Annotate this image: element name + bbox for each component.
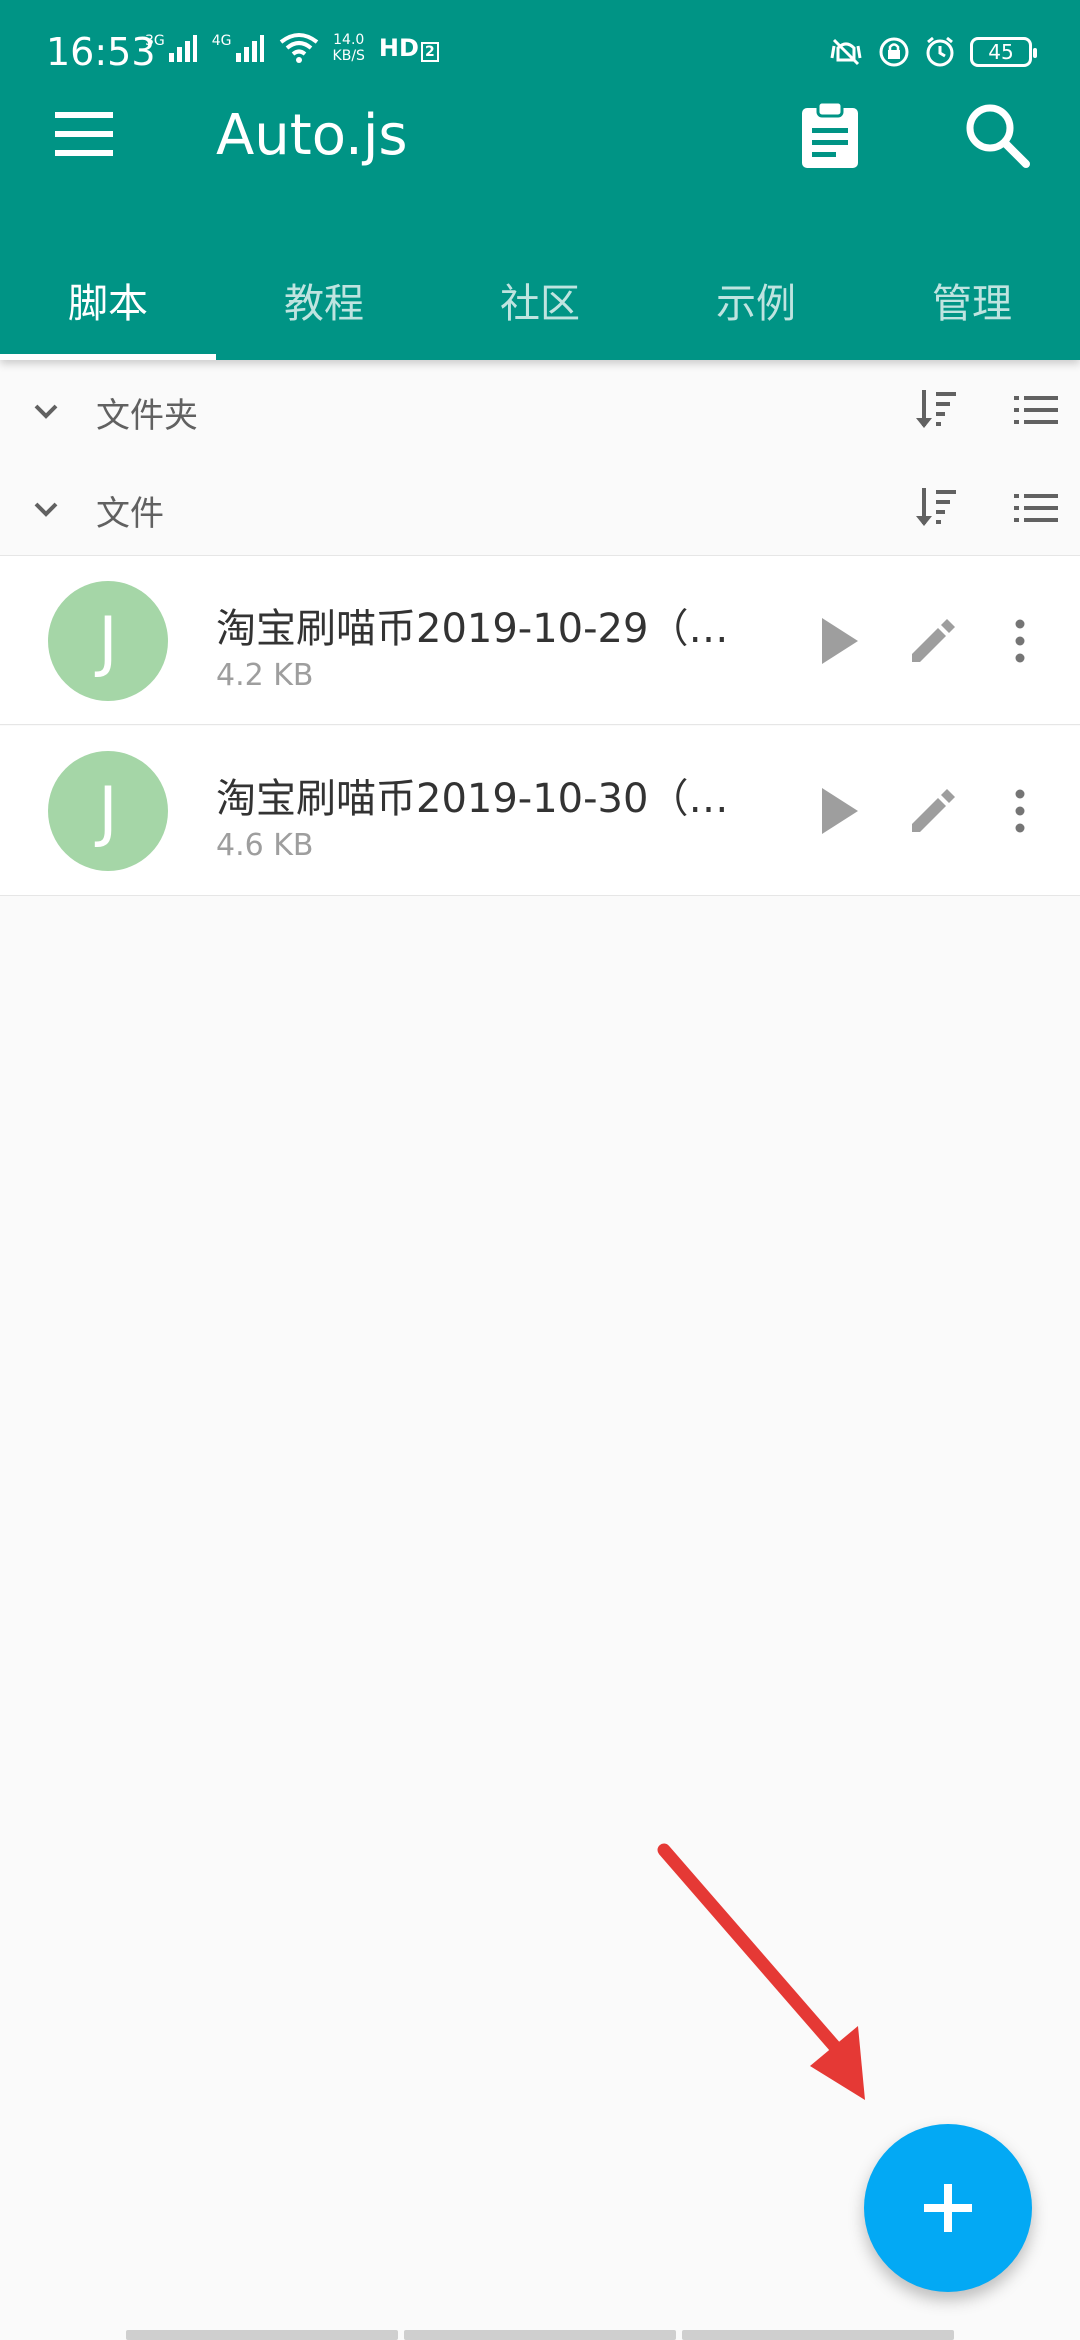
menu-icon — [55, 112, 113, 156]
more-vert-icon[interactable] — [1002, 614, 1038, 668]
tab-scripts-label: 脚本 — [68, 281, 148, 327]
status-bar: 16:53 3G 4G 14.0 KB/S HD 2 45 — [0, 0, 1080, 100]
search-icon — [966, 104, 1030, 168]
pencil-icon[interactable] — [906, 614, 960, 668]
status-time: 16:53 — [46, 30, 156, 74]
hd-icon: HD 2 — [379, 34, 439, 62]
chevron-down-icon — [34, 404, 58, 419]
tab-manage[interactable]: 管理 — [864, 240, 1080, 360]
add-fab-button[interactable] — [864, 2124, 1032, 2292]
network-3g-label: 3G — [145, 33, 165, 49]
gesture-bar-segment — [682, 2330, 954, 2340]
network-4g-label: 4G — [211, 33, 232, 49]
chevron-down-icon — [34, 502, 58, 517]
wifi-icon — [279, 33, 318, 63]
file-row[interactable]: J 淘宝刷喵币2019-10-29（理... 4.2 KB — [0, 555, 1080, 725]
battery-level: 45 — [988, 40, 1014, 64]
gesture-bar-segment — [404, 2330, 676, 2340]
clipboard-button[interactable] — [798, 100, 862, 170]
list-view-icon[interactable] — [1012, 484, 1060, 532]
folder-section-header[interactable]: 文件夹 — [0, 362, 1080, 458]
tab-scripts[interactable]: 脚本 — [0, 240, 216, 360]
file-size: 4.2 KB — [216, 658, 314, 693]
signal-4g-icon: 4G — [212, 33, 265, 63]
play-icon[interactable] — [812, 784, 866, 838]
sort-icon[interactable] — [912, 386, 960, 434]
alarm-icon — [926, 36, 954, 67]
screen: 16:53 3G 4G 14.0 KB/S HD 2 45 Auto.js 脚本… — [0, 0, 1080, 2340]
folder-section-label: 文件夹 — [96, 396, 198, 436]
menu-button[interactable] — [50, 100, 118, 168]
clipboard-icon — [802, 100, 858, 168]
lock-rotation-icon — [879, 37, 909, 67]
net-speed: 14.0 KB/S — [333, 32, 365, 64]
net-speed-unit: KB/S — [332, 48, 365, 64]
avatar: J — [48, 581, 168, 701]
gesture-bar-segment — [126, 2330, 398, 2340]
tab-community-label: 社区 — [500, 281, 580, 327]
list-view-icon[interactable] — [1012, 386, 1060, 434]
file-row[interactable]: J 淘宝刷喵币2019-10-30（理... 4.6 KB — [0, 726, 1080, 896]
net-speed-value: 14.0 — [333, 32, 365, 48]
tab-tutorials-label: 教程 — [284, 281, 364, 327]
battery-icon: 45 — [970, 37, 1037, 67]
more-vert-icon[interactable] — [1002, 784, 1038, 838]
hd-sim-label: 2 — [420, 42, 439, 62]
vibrate-icon — [830, 38, 862, 66]
file-section-label: 文件 — [96, 494, 164, 534]
app-bar: 16:53 3G 4G 14.0 KB/S HD 2 45 Auto.js 脚本… — [0, 0, 1080, 360]
search-button[interactable] — [962, 100, 1032, 170]
tab-tutorials[interactable]: 教程 — [216, 240, 432, 360]
file-name: 淘宝刷喵币2019-10-30（理... — [216, 776, 756, 822]
file-section-header[interactable]: 文件 — [0, 460, 1080, 556]
annotation-arrow-icon — [657, 1843, 865, 2100]
file-size: 4.6 KB — [216, 828, 314, 863]
status-left-icons: 3G 4G 14.0 KB/S HD 2 — [145, 32, 439, 64]
tab-bar: 脚本 教程 社区 示例 管理 — [0, 240, 1080, 360]
sort-icon[interactable] — [912, 484, 960, 532]
status-right-icons: 45 — [828, 36, 1037, 68]
play-icon[interactable] — [812, 614, 866, 668]
app-title: Auto.js — [216, 103, 408, 168]
pencil-icon[interactable] — [906, 784, 960, 838]
avatar: J — [48, 751, 168, 871]
tab-community[interactable]: 社区 — [432, 240, 648, 360]
gesture-bar — [126, 2330, 954, 2340]
file-name: 淘宝刷喵币2019-10-29（理... — [216, 606, 756, 652]
tab-manage-label: 管理 — [932, 281, 1012, 327]
plus-icon — [924, 2184, 972, 2232]
tab-examples-label: 示例 — [716, 281, 796, 327]
tab-examples[interactable]: 示例 — [648, 240, 864, 360]
signal-3g-icon: 3G — [145, 33, 198, 63]
hd-label: HD — [378, 34, 419, 62]
